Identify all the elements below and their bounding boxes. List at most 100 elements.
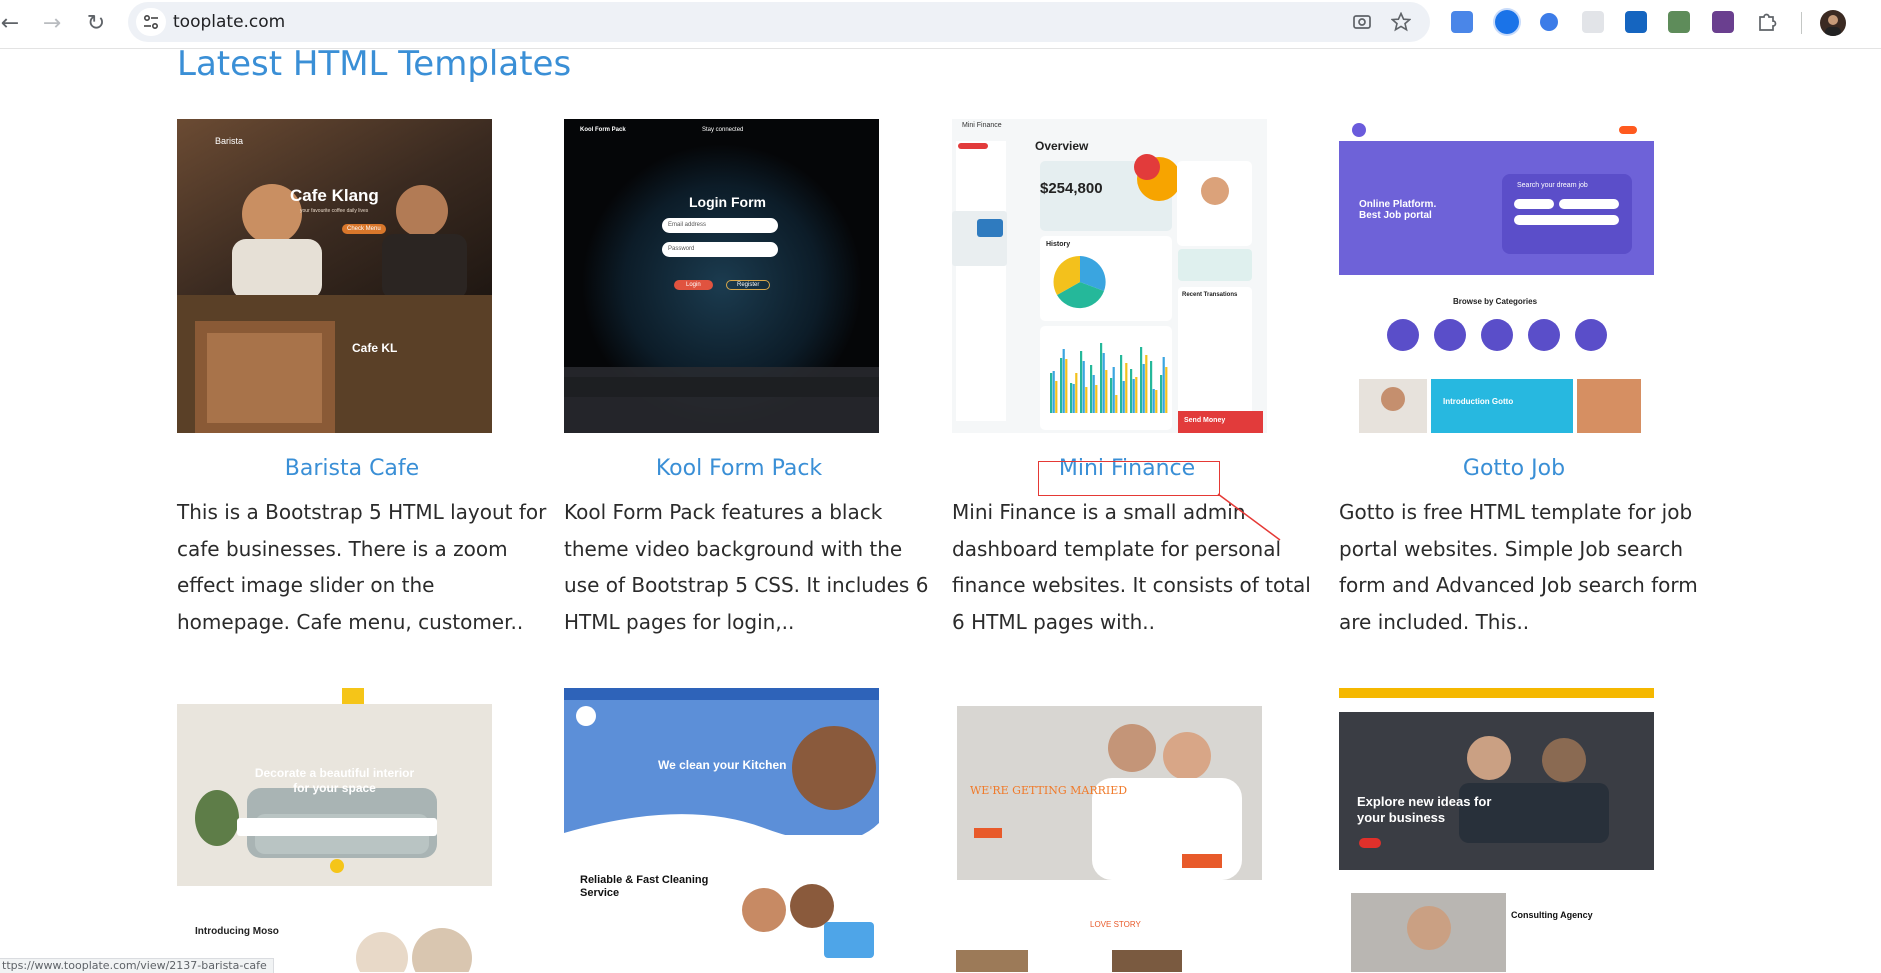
forward-button-icon[interactable]: →	[38, 10, 66, 38]
preview-send: Send Money	[1184, 417, 1226, 424]
preview-chart-bar	[1072, 384, 1075, 413]
preview-chart-bar	[1080, 351, 1083, 413]
template-title[interactable]: Gotto Job	[1339, 456, 1689, 481]
preview-categories: Browse by Categories	[1453, 297, 1538, 306]
preview-chart-bar	[1050, 373, 1053, 413]
preview-chart-bar	[1142, 364, 1145, 413]
preview-chart-bar	[1125, 363, 1128, 413]
docs-extension-icon[interactable]	[1495, 10, 1519, 34]
preview-chart-bar	[1055, 381, 1058, 413]
profile-avatar[interactable]	[1820, 10, 1846, 36]
template-description: Kool Form Pack features a black theme vi…	[564, 500, 929, 634]
preview-chart-bar	[1052, 371, 1055, 413]
preview-chart-bar	[1152, 389, 1155, 413]
toolbar-divider	[1801, 12, 1802, 34]
preview-chart-bar	[1105, 370, 1108, 413]
preview-chart-bar	[1115, 395, 1118, 413]
page-heading: Latest HTML Templates	[177, 44, 572, 84]
link-status-bar: ttps://www.tooplate.com/view/2137-barist…	[0, 958, 274, 973]
preview-hero: WE'RE GETTING MARRIED	[970, 784, 1128, 797]
template-title[interactable]: Kool Form Pack	[564, 456, 914, 481]
bookmark-star-icon[interactable]	[1390, 11, 1412, 32]
preview-hero: Cafe Klang	[290, 186, 379, 205]
preview-button: Check Menu	[342, 224, 386, 234]
preview-hero: We clean your Kitchen	[658, 758, 787, 772]
preview-chart-bar	[1075, 373, 1078, 413]
preview-transactions: Recent Transations	[1182, 292, 1238, 298]
preview-intro: Introduction Gotto	[1443, 397, 1514, 406]
preview-login: Login	[674, 280, 713, 290]
preview-section: Cafe KL	[352, 341, 398, 355]
preview-chart-bar	[1160, 375, 1163, 413]
preview-sub: Consulting Agency	[1511, 910, 1593, 920]
template-thumbnail-strategy[interactable]: Explore new ideas for your business Cons…	[1339, 688, 1654, 972]
preview-sub: Reliable & Fast Cleaning Service	[580, 874, 709, 899]
preview-brand: Mini Finance	[962, 122, 1002, 129]
preview-chart-bar	[1135, 377, 1138, 413]
template-thumbnail[interactable]: Online Platform. Best Job portal Search …	[1339, 119, 1654, 433]
preview-sub: LOVE STORY	[1090, 920, 1141, 929]
settings-extension-icon[interactable]	[1582, 11, 1604, 33]
template-thumbnail-wedding[interactable]: WE'RE GETTING MARRIED LOVE STORY	[952, 688, 1267, 972]
preview-chart-bar	[1130, 369, 1133, 413]
preview-tagline: your favourite coffee daily lives	[300, 208, 369, 214]
preview-chart-bar	[1140, 347, 1143, 413]
preview-stay: Stay connected	[702, 127, 744, 133]
preview-chart-bar	[1122, 381, 1125, 413]
preview-hero: Decorate a beautiful interior for your s…	[254, 766, 415, 795]
preview-search: Search your dream job	[1517, 182, 1588, 189]
preview-chart-bar	[1165, 367, 1168, 413]
template-thumbnail-interior[interactable]: Decorate a beautiful interior for your s…	[177, 688, 492, 972]
preview-brand: Barista	[215, 136, 244, 146]
translate-extension-icon[interactable]	[1451, 11, 1473, 33]
window-extension-icon[interactable]	[1625, 11, 1647, 33]
circle-extension-icon[interactable]	[1540, 13, 1558, 31]
preview-bar-chart	[1050, 343, 1168, 413]
preview-chart-bar	[1082, 361, 1085, 413]
highlight-annotation-box	[1038, 461, 1220, 496]
puzzle-icon[interactable]	[1756, 11, 1777, 31]
site-info-icon[interactable]	[136, 8, 166, 36]
preview-hero: Explore new ideas for your business	[1357, 794, 1492, 825]
preview-password: Password	[662, 242, 778, 257]
preview-chart-bar	[1092, 375, 1095, 413]
preview-history: History	[1046, 241, 1071, 248]
back-button-icon[interactable]: ←	[0, 10, 24, 38]
screenshot-icon[interactable]	[1352, 12, 1372, 32]
preview-chart-bar	[1070, 383, 1073, 413]
preview-sub: Introducing Moso	[195, 926, 279, 937]
preview-chart-bar	[1065, 359, 1068, 413]
preview-chart-bar	[1150, 361, 1153, 413]
preview-email: Email address	[662, 218, 778, 233]
preview-hero: Online Platform. Best Job portal	[1359, 199, 1437, 221]
preview-chart-bar	[1162, 357, 1165, 413]
address-bar[interactable]: tooplate.com	[128, 2, 1430, 42]
browser-toolbar: ← → ↻ tooplate.com	[0, 0, 1881, 49]
template-thumbnail-cleaning[interactable]: We clean your Kitchen Reliable & Fast Cl…	[564, 688, 879, 972]
preview-chart-bar	[1102, 353, 1105, 413]
template-thumbnail[interactable]: Mini Finance Overview $254,800 History R…	[952, 119, 1267, 433]
preview-chart-bar	[1120, 355, 1123, 413]
preview-chart-bar	[1085, 387, 1088, 413]
annotation-arrow	[1217, 493, 1281, 541]
preview-chart-bar	[1155, 390, 1158, 413]
template-title[interactable]: Barista Cafe	[177, 456, 527, 481]
preview-chart-bar	[1060, 358, 1063, 413]
preview-overview: Overview	[1035, 139, 1089, 153]
template-description: Gotto is free HTML template for job port…	[1339, 500, 1698, 634]
preview-heading: Login Form	[689, 194, 766, 210]
url-text[interactable]: tooplate.com	[173, 12, 285, 32]
ninja-extension-icon[interactable]	[1712, 11, 1734, 33]
preview-chart-bar	[1100, 343, 1103, 413]
preview-brand: Kool Form Pack	[580, 127, 626, 133]
preview-chart-bar	[1095, 385, 1098, 413]
template-thumbnail[interactable]: Barista Cafe Klang your favourite coffee…	[177, 119, 492, 433]
template-thumbnail[interactable]: Kool Form Pack Stay connected Login Form…	[564, 119, 879, 433]
image-extension-icon[interactable]	[1668, 11, 1690, 33]
preview-balance: $254,800	[1040, 180, 1103, 197]
preview-chart-bar	[1132, 379, 1135, 413]
preview-chart-bar	[1062, 349, 1065, 413]
reload-icon[interactable]: ↻	[82, 10, 110, 38]
preview-chart-bar	[1112, 367, 1115, 413]
preview-chart-bar	[1110, 378, 1113, 413]
